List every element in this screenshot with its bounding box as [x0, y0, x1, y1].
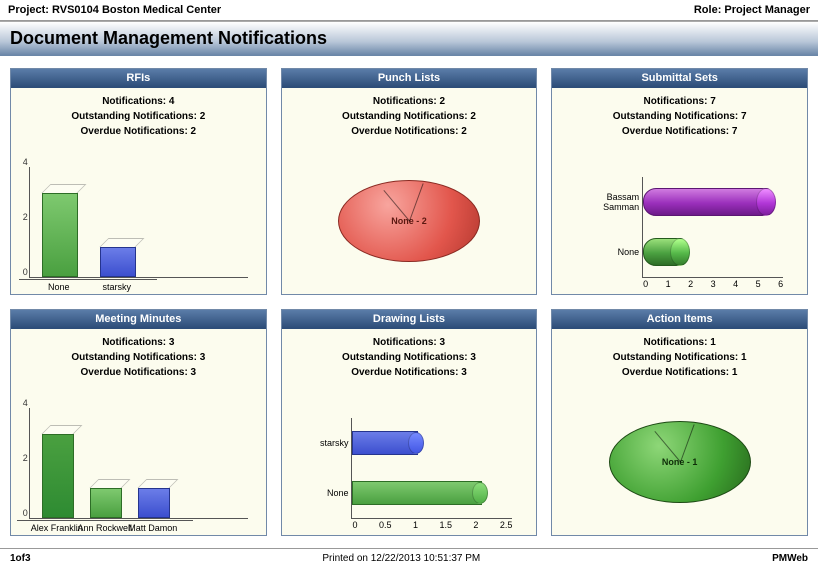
bar-matt: Matt Damon — [138, 479, 168, 518]
stat-overdue: Overdue Notifications: 3 — [282, 365, 537, 380]
chart-submittal: Bassam Samman None 0123456 — [552, 143, 807, 294]
stat-notifications: Notifications: 3 — [11, 335, 266, 350]
project-label: Project: RVS0104 Boston Medical Center — [8, 4, 221, 16]
stat-outstanding: Outstanding Notifications: 7 — [552, 109, 807, 124]
panel-stats: Notifications: 3 Outstanding Notificatio… — [11, 329, 266, 384]
panel-title: Action Items — [552, 310, 807, 329]
panel-stats: Notifications: 1 Outstanding Notificatio… — [552, 329, 807, 384]
panel-drawing-lists: Drawing Lists Notifications: 3 Outstandi… — [281, 309, 538, 536]
x-axis-ticks: 0123456 — [643, 277, 783, 289]
panel-stats: Notifications: 2 Outstanding Notificatio… — [282, 88, 537, 143]
chart-action: None - 1 — [552, 384, 807, 535]
stat-outstanding: Outstanding Notifications: 2 — [11, 109, 266, 124]
panel-title: Meeting Minutes — [11, 310, 266, 329]
bar-starsky — [352, 431, 418, 455]
bar-none: None — [42, 184, 76, 277]
bar-ann: Ann Rockwell — [90, 479, 120, 518]
y-axis-ticks: 0 2 4 — [16, 167, 28, 277]
panel-stats: Notifications: 4 Outstanding Notificatio… — [11, 88, 266, 143]
panel-stats: Notifications: 3 Outstanding Notificatio… — [282, 329, 537, 384]
chart-drawing: starsky None 00.511.522.5 — [282, 384, 537, 535]
x-axis-ticks: 00.511.522.5 — [352, 518, 512, 530]
panel-stats: Notifications: 7 Outstanding Notificatio… — [552, 88, 807, 143]
stat-notifications: Notifications: 1 — [552, 335, 807, 350]
panel-grid: RFIs Notifications: 4 Outstanding Notifi… — [0, 56, 818, 548]
footer: 1of3 Printed on 12/22/2013 10:51:37 PM P… — [0, 548, 818, 568]
chart-rfis: 0 2 4 None starsky — [11, 143, 266, 294]
bar-starsky: starsky — [100, 238, 134, 277]
cyl-bassam — [643, 188, 775, 216]
panel-title: Drawing Lists — [282, 310, 537, 329]
top-bar: Project: RVS0104 Boston Medical Center R… — [0, 0, 818, 21]
footer-brand: PMWeb — [772, 553, 808, 564]
stat-notifications: Notifications: 3 — [282, 335, 537, 350]
panel-title: RFIs — [11, 69, 266, 88]
stat-outstanding: Outstanding Notifications: 3 — [11, 350, 266, 365]
cyl-none — [643, 238, 689, 266]
title-bar: Document Management Notifications — [0, 21, 818, 56]
stat-overdue: Overdue Notifications: 3 — [11, 365, 266, 380]
chart-meeting: 0 2 4 Alex Franklin Ann Rockwell Matt Da… — [11, 384, 266, 535]
panel-title: Punch Lists — [282, 69, 537, 88]
stat-notifications: Notifications: 2 — [282, 94, 537, 109]
panel-title: Submittal Sets — [552, 69, 807, 88]
footer-page: 1of3 — [10, 553, 31, 564]
page-title: Document Management Notifications — [10, 28, 808, 49]
stat-overdue: Overdue Notifications: 2 — [11, 124, 266, 139]
y-axis-ticks: 0 2 4 — [16, 408, 28, 518]
stat-outstanding: Outstanding Notifications: 1 — [552, 350, 807, 365]
stat-overdue: Overdue Notifications: 7 — [552, 124, 807, 139]
stat-outstanding: Outstanding Notifications: 2 — [282, 109, 537, 124]
footer-printed: Printed on 12/22/2013 10:51:37 PM — [322, 553, 480, 564]
stat-outstanding: Outstanding Notifications: 3 — [282, 350, 537, 365]
stat-notifications: Notifications: 4 — [11, 94, 266, 109]
panel-punch-lists: Punch Lists Notifications: 2 Outstanding… — [281, 68, 538, 295]
bar-none — [352, 481, 482, 505]
chart-punch: None - 2 — [282, 143, 537, 294]
pie-punch: None - 2 — [338, 180, 480, 262]
panel-meeting-minutes: Meeting Minutes Notifications: 3 Outstan… — [10, 309, 267, 536]
stat-overdue: Overdue Notifications: 2 — [282, 124, 537, 139]
panel-action-items: Action Items Notifications: 1 Outstandin… — [551, 309, 808, 536]
panel-rfis: RFIs Notifications: 4 Outstanding Notifi… — [10, 68, 267, 295]
stat-overdue: Overdue Notifications: 1 — [552, 365, 807, 380]
panel-submittal-sets: Submittal Sets Notifications: 7 Outstand… — [551, 68, 808, 295]
bar-alex: Alex Franklin — [42, 425, 72, 518]
role-label: Role: Project Manager — [694, 4, 810, 16]
stat-notifications: Notifications: 7 — [552, 94, 807, 109]
pie-action: None - 1 — [609, 421, 751, 503]
